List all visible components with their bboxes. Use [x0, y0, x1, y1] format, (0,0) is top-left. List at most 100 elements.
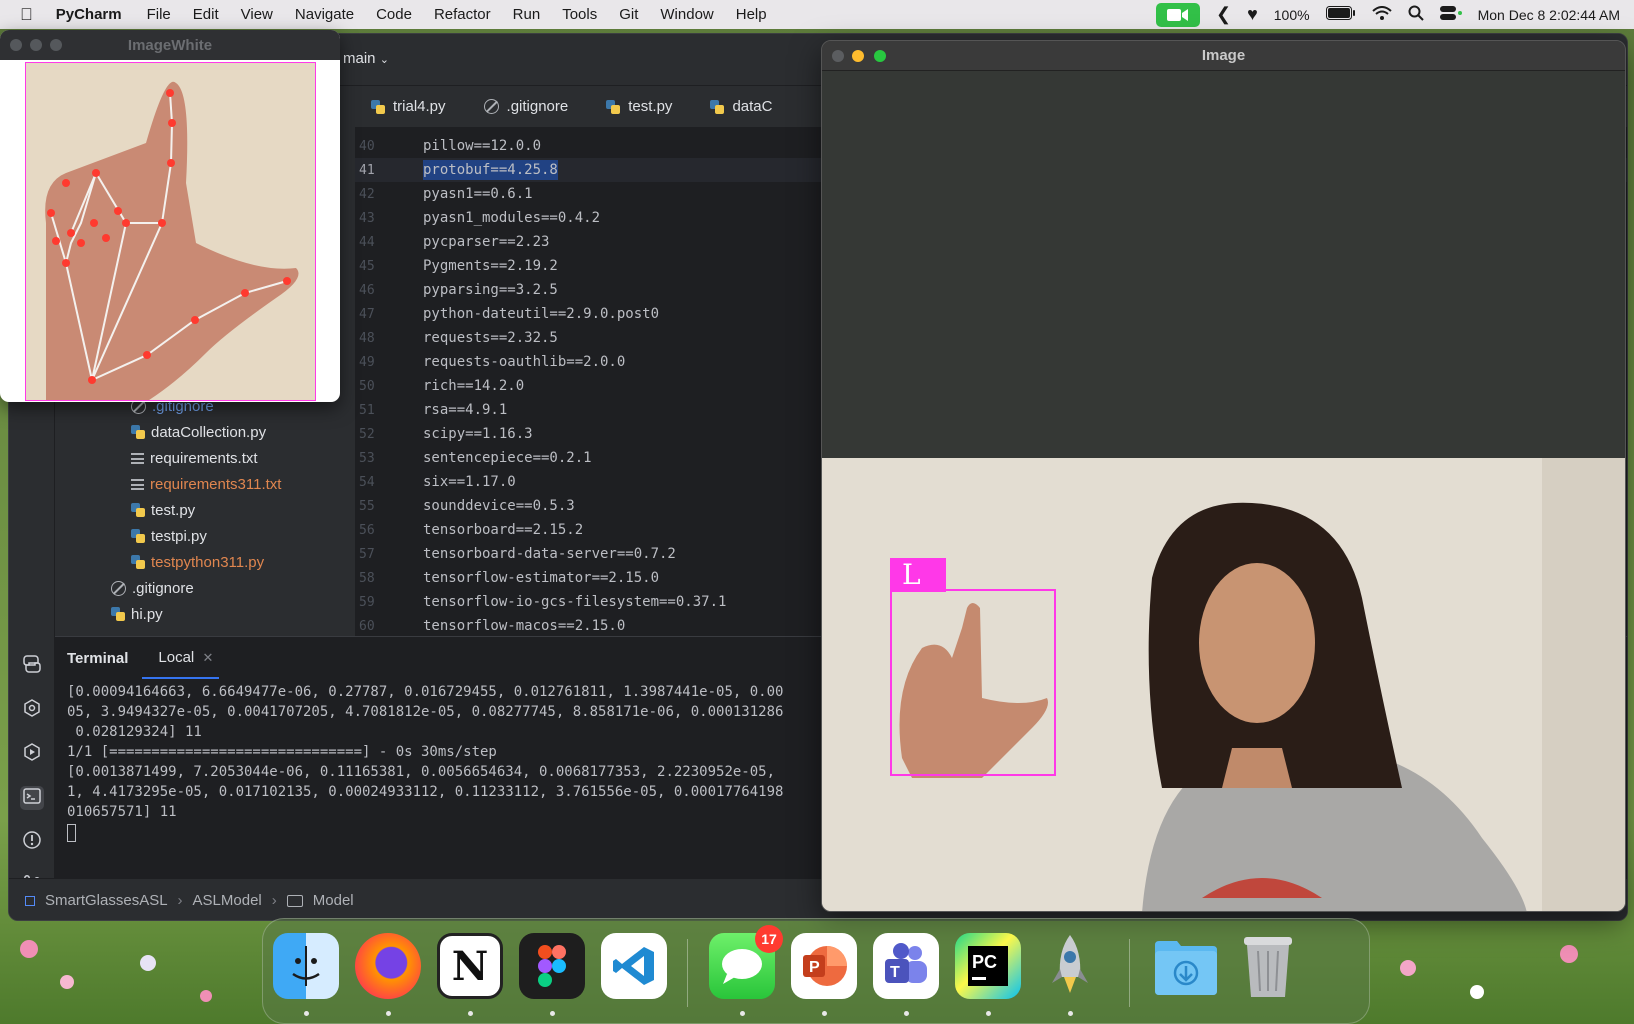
running-indicator — [468, 1011, 473, 1016]
wallpaper-flower — [140, 955, 156, 971]
text-file-icon — [131, 478, 144, 490]
terminal-tab-local[interactable]: Local ✕ — [142, 637, 220, 679]
tab-datacollection[interactable]: dataC — [694, 86, 794, 128]
terminal-line: 1/1 [==============================] - 0… — [67, 744, 497, 760]
python-file-icon — [111, 607, 125, 621]
terminal-icon[interactable] — [20, 786, 44, 810]
terminal-line: 1, 4.4173295e-05, 0.017102135, 0.0002493… — [67, 784, 784, 800]
breadcrumb-project[interactable]: SmartGlassesASL — [45, 892, 168, 909]
tree-item-requirements311[interactable]: requirements311.txt — [131, 472, 281, 496]
terminal-line: 010657571] 11 — [67, 804, 177, 820]
line-number: 48 — [359, 330, 375, 346]
dock-separator — [687, 939, 688, 1007]
pycharm-icon[interactable]: PC — [955, 933, 1021, 999]
line-number: 47 — [359, 306, 375, 322]
tree-item-requirements[interactable]: requirements.txt — [131, 446, 258, 470]
battery-icon[interactable] — [1325, 6, 1356, 23]
python-packages-icon[interactable] — [20, 654, 44, 678]
menu-run[interactable]: Run — [502, 6, 552, 23]
line-number: 46 — [359, 282, 375, 298]
zoom-window-button[interactable] — [50, 39, 62, 51]
code-text: rich==14.2.0 — [423, 378, 525, 394]
code-text: six==1.17.0 — [423, 474, 516, 490]
heart-icon[interactable]: ♥ — [1247, 4, 1258, 25]
terminal-title: Terminal — [67, 649, 129, 667]
running-indicator — [822, 1011, 827, 1016]
python-file-icon — [606, 99, 621, 114]
line-number: 44 — [359, 234, 375, 250]
breadcrumb-separator: › — [271, 892, 277, 909]
ignore-file-icon — [483, 99, 499, 114]
menu-edit[interactable]: Edit — [182, 6, 230, 23]
messages-icon[interactable]: 17 — [709, 925, 783, 999]
terminal-cursor[interactable] — [67, 824, 76, 844]
vscode-icon[interactable] — [601, 933, 667, 999]
spotlight-search-icon[interactable] — [1408, 5, 1424, 24]
running-indicator — [986, 1011, 991, 1016]
running-indicator — [550, 1011, 555, 1016]
code-text: Pygments==2.19.2 — [423, 258, 558, 274]
running-indicator — [740, 1011, 745, 1016]
close-window-button[interactable] — [10, 39, 22, 51]
apple-icon[interactable]:  — [0, 5, 44, 25]
git-branch-widget[interactable]: main ⌄ — [343, 50, 389, 67]
chevron-down-icon: ⌄ — [379, 54, 389, 66]
powerpoint-icon[interactable]: P — [791, 933, 857, 999]
minimize-window-button[interactable] — [852, 50, 864, 62]
branch-name: main — [343, 50, 376, 67]
tree-item-gitignore-root[interactable]: .gitignore — [111, 576, 194, 600]
teams-icon[interactable]: T — [873, 933, 939, 999]
menu-view[interactable]: View — [230, 6, 284, 23]
tree-item-label: testpi.py — [151, 527, 207, 545]
line-number: 45 — [359, 258, 375, 274]
tree-item-hi[interactable]: hi.py — [111, 602, 163, 626]
chevron-left-icon[interactable]: ❮ — [1216, 4, 1231, 25]
finder-icon[interactable] — [273, 933, 339, 999]
python-file-icon — [131, 503, 145, 517]
services-icon[interactable] — [20, 698, 44, 722]
breadcrumb-folder[interactable]: ASLModel — [193, 892, 262, 909]
python-file-icon — [131, 425, 145, 439]
code-text: rsa==4.9.1 — [423, 402, 508, 418]
breadcrumb-subfolder[interactable]: Model — [313, 892, 354, 909]
tree-item-testpi[interactable]: testpi.py — [131, 524, 207, 548]
app-menu[interactable]: PyCharm — [44, 6, 136, 23]
menu-code[interactable]: Code — [365, 6, 423, 23]
run-icon[interactable] — [20, 742, 44, 766]
close-window-button[interactable] — [832, 50, 844, 62]
control-center-icon[interactable] — [1439, 5, 1462, 24]
tree-item-datacollection[interactable]: dataCollection.py — [131, 420, 266, 444]
firefox-icon[interactable] — [355, 933, 421, 999]
line-number: 41 — [359, 162, 375, 178]
figma-icon[interactable] — [519, 933, 585, 999]
menu-tools[interactable]: Tools — [551, 6, 608, 23]
zoom-window-button[interactable] — [874, 50, 886, 62]
menu-bar:  PyCharm File Edit View Navigate Code R… — [0, 0, 1634, 29]
menu-git[interactable]: Git — [608, 6, 649, 23]
close-icon[interactable]: ✕ — [198, 650, 213, 665]
tree-item-test[interactable]: test.py — [131, 498, 195, 522]
tree-item-label: hi.py — [131, 605, 163, 623]
terminal-tab-label: Local — [158, 649, 195, 666]
tab-test[interactable]: test.py — [590, 86, 694, 128]
camera-in-use-icon[interactable] — [1155, 2, 1200, 27]
notion-icon[interactable]: N — [437, 933, 503, 999]
menu-window[interactable]: Window — [649, 6, 724, 23]
running-indicator — [386, 1011, 391, 1016]
menu-help[interactable]: Help — [725, 6, 778, 23]
code-text: pyparsing==3.2.5 — [423, 282, 558, 298]
menu-refactor[interactable]: Refactor — [423, 6, 502, 23]
minimize-window-button[interactable] — [30, 39, 42, 51]
problems-icon[interactable] — [20, 830, 44, 854]
tab-trial4[interactable]: trial4.py — [355, 86, 468, 128]
tree-item-testpython311[interactable]: testpython311.py — [131, 550, 264, 574]
downloads-folder-icon[interactable] — [1153, 933, 1219, 999]
tab-gitignore[interactable]: .gitignore — [468, 86, 591, 128]
menu-navigate[interactable]: Navigate — [284, 6, 365, 23]
wifi-icon[interactable] — [1371, 5, 1392, 24]
menu-clock[interactable]: Mon Dec 8 2:02:44 AM — [1478, 7, 1620, 23]
rocket-icon[interactable] — [1037, 933, 1103, 999]
line-number: 59 — [359, 594, 375, 610]
menu-file[interactable]: File — [136, 6, 182, 23]
trash-icon[interactable] — [1235, 933, 1301, 999]
